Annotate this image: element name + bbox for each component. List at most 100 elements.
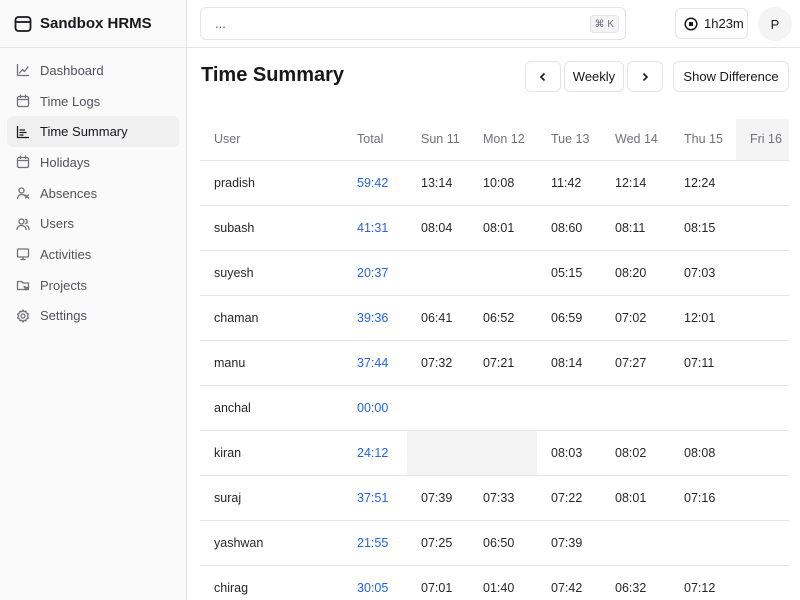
period-select-button[interactable]: Weekly: [564, 61, 624, 92]
total-cell[interactable]: 39:36: [344, 295, 407, 341]
user-cell: subash: [200, 205, 344, 251]
day-cell: [670, 520, 736, 566]
table-row: yashwan 21:55 07:25 06:50 07:39: [200, 520, 789, 566]
total-cell[interactable]: 37:51: [344, 475, 407, 521]
column-header[interactable]: Fri 16: [736, 119, 789, 161]
table-row: kiran 24:12 08:03 08:02 08:08: [200, 430, 789, 476]
day-cell: [407, 250, 469, 296]
day-cell: 08:02: [601, 430, 670, 476]
column-header[interactable]: Thu 15: [670, 119, 736, 161]
day-cell: [736, 385, 789, 431]
sidebar-item-label: Users: [40, 216, 74, 232]
total-cell[interactable]: 30:05: [344, 565, 407, 600]
sidebar-item-users[interactable]: Users: [7, 208, 179, 239]
day-cell: 06:41: [407, 295, 469, 341]
day-cell: [537, 385, 601, 431]
total-cell[interactable]: 20:37: [344, 250, 407, 296]
sidebar-item-absences[interactable]: Absences: [7, 178, 179, 209]
total-cell[interactable]: 24:12: [344, 430, 407, 476]
day-cell: 13:14: [407, 160, 469, 206]
shortcut-hint: ⌘ K: [589, 15, 619, 33]
sidebar-item-label: Activities: [40, 246, 92, 262]
sidebar-item-settings[interactable]: Settings: [7, 301, 179, 332]
day-cell: 07:39: [537, 520, 601, 566]
column-header[interactable]: Tue 13: [537, 119, 601, 161]
day-cell: 07:11: [670, 340, 736, 386]
page-title: Time Summary: [201, 64, 345, 86]
user-x-icon: [16, 186, 30, 200]
day-cell: [736, 205, 789, 251]
day-cell: 07:39: [407, 475, 469, 521]
day-cell: 06:52: [469, 295, 537, 341]
total-cell[interactable]: 59:42: [344, 160, 407, 206]
day-cell: 08:04: [407, 205, 469, 251]
column-header[interactable]: Wed 14: [601, 119, 670, 161]
brand[interactable]: Sandbox HRMS: [0, 0, 186, 48]
chevron-left-icon: [539, 72, 546, 81]
sidebar-item-label: Dashboard: [40, 62, 104, 78]
user-cell: chaman: [200, 295, 344, 341]
users-icon: [16, 217, 30, 231]
user-cell: yashwan: [200, 520, 344, 566]
gear-icon: [16, 309, 30, 323]
sidebar: Sandbox HRMS Dashboard Time Logs Time Summ…: [0, 0, 187, 600]
day-cell: [736, 295, 789, 341]
sidebar-item-holidays[interactable]: Holidays: [7, 147, 179, 178]
day-cell: 08:15: [670, 205, 736, 251]
timer-value: 1h23m: [704, 16, 744, 31]
user-cell: suraj: [200, 475, 344, 521]
table-header-row: User Total Sun 11 Mon 12 Tue 13 Wed 14 Thu 15 F…: [200, 119, 789, 161]
day-cell: 07:32: [407, 340, 469, 386]
sidebar-item-dashboard[interactable]: Dashboard: [7, 55, 179, 86]
day-cell: 07:01: [407, 565, 469, 600]
sidebar-item-time-summary[interactable]: Time Summary: [7, 116, 179, 148]
day-cell: 08:01: [469, 205, 537, 251]
table-row: suyesh 20:37 05:15 08:20 07:03: [200, 250, 789, 296]
day-cell: [601, 520, 670, 566]
show-difference-button[interactable]: Show Difference: [673, 61, 789, 92]
prev-week-button[interactable]: [525, 61, 561, 92]
day-cell: [670, 385, 736, 431]
day-cell: 08:11: [601, 205, 670, 251]
monitor-icon: [16, 247, 30, 261]
user-cell: chirag: [200, 565, 344, 600]
total-cell[interactable]: 21:55: [344, 520, 407, 566]
table-row: anchal 00:00: [200, 385, 789, 431]
search-value: ...: [215, 16, 226, 31]
day-cell: 06:32: [601, 565, 670, 600]
table-row: suraj 37:51 07:39 07:33 07:22 08:01 07:16: [200, 475, 789, 521]
day-cell: [736, 340, 789, 386]
sidebar-item-label: Absences: [40, 185, 98, 201]
day-cell: [736, 520, 789, 566]
total-cell[interactable]: 00:00: [344, 385, 407, 431]
day-cell: 12:24: [670, 160, 736, 206]
search-input[interactable]: ... ⌘ K: [200, 7, 626, 40]
day-cell: 07:27: [601, 340, 670, 386]
user-cell: kiran: [200, 430, 344, 476]
sidebar-item-activities[interactable]: Activities: [7, 239, 179, 270]
chevron-right-icon: [642, 72, 649, 81]
table-row: pradish 59:42 13:14 10:08 11:42 12:14 12:24: [200, 160, 789, 206]
total-cell[interactable]: 37:44: [344, 340, 407, 386]
day-cell: 07:33: [469, 475, 537, 521]
day-cell: [736, 250, 789, 296]
day-cell: 12:01: [670, 295, 736, 341]
day-cell: 07:25: [407, 520, 469, 566]
column-header[interactable]: Mon 12: [469, 119, 537, 161]
avatar[interactable]: P: [758, 7, 792, 41]
day-cell: 08:60: [537, 205, 601, 251]
day-cell: 08:08: [670, 430, 736, 476]
day-cell: 05:15: [537, 250, 601, 296]
day-cell: 06:59: [537, 295, 601, 341]
table-row: manu 37:44 07:32 07:21 08:14 07:27 07:11: [200, 340, 789, 386]
day-cell: 08:20: [601, 250, 670, 296]
day-cell: 07:22: [537, 475, 601, 521]
sidebar-item-projects[interactable]: Projects: [7, 270, 179, 301]
day-cell: [736, 160, 789, 206]
sidebar-item-time-logs[interactable]: Time Logs: [7, 86, 179, 117]
day-cell: 08:03: [537, 430, 601, 476]
next-week-button[interactable]: [627, 61, 663, 92]
timer-button[interactable]: 1h23m: [675, 8, 748, 39]
column-header[interactable]: Sun 11: [407, 119, 469, 161]
total-cell[interactable]: 41:31: [344, 205, 407, 251]
